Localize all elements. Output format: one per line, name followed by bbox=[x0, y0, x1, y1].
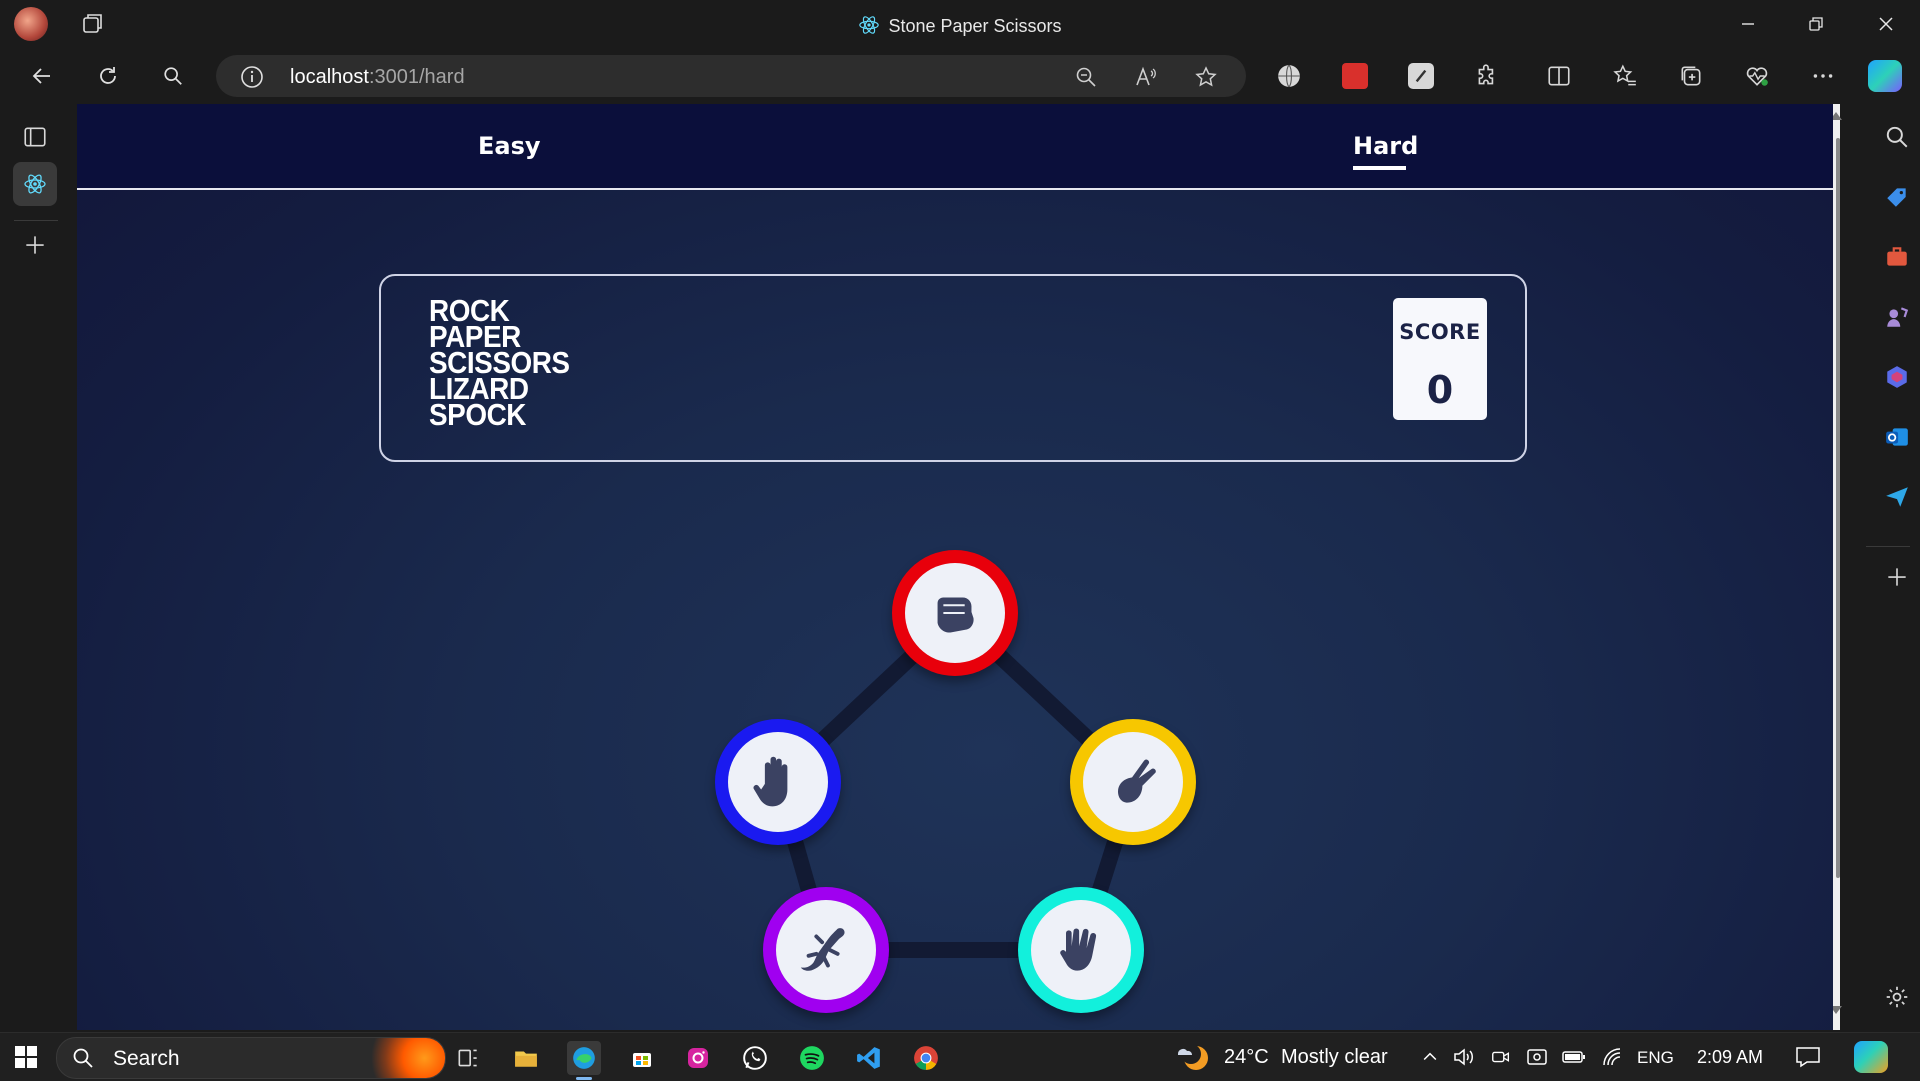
tab-react-app[interactable] bbox=[13, 162, 57, 206]
sidebar-settings-icon[interactable] bbox=[1884, 984, 1910, 1014]
taskbar-search-label: Search bbox=[113, 1047, 180, 1070]
battery-icon[interactable] bbox=[1562, 1047, 1586, 1071]
read-aloud-icon[interactable] bbox=[1134, 65, 1158, 93]
vertical-tabs-panel bbox=[0, 104, 72, 1032]
clock-time[interactable]: 2:09 AM bbox=[1697, 1047, 1763, 1068]
collections-icon[interactable] bbox=[1678, 63, 1704, 93]
window-title: Stone Paper Scissors bbox=[0, 14, 1920, 41]
favorites-icon[interactable] bbox=[1612, 63, 1638, 93]
close-button[interactable] bbox=[1858, 8, 1914, 40]
scissors-token[interactable] bbox=[1070, 719, 1196, 845]
paper-token[interactable] bbox=[715, 719, 841, 845]
notifications-icon[interactable] bbox=[1795, 1045, 1821, 1073]
tab-actions-icon[interactable] bbox=[22, 124, 48, 154]
extensions-puzzle-icon[interactable] bbox=[1474, 63, 1500, 93]
task-view-icon[interactable] bbox=[451, 1041, 485, 1075]
sidebar-add-icon[interactable] bbox=[1884, 564, 1910, 594]
extension-red-icon[interactable] bbox=[1342, 63, 1368, 89]
whatsapp-icon[interactable] bbox=[738, 1041, 772, 1075]
screen-capture-icon[interactable] bbox=[1525, 1045, 1549, 1073]
microsoft-store-icon[interactable] bbox=[625, 1041, 659, 1075]
windows-taskbar: Search 24°C Mostly clear ENG 2:09 AM bbox=[0, 1032, 1920, 1081]
fist-icon bbox=[937, 597, 974, 633]
start-windows-icon[interactable] bbox=[14, 1045, 38, 1073]
volume-icon[interactable] bbox=[1452, 1045, 1476, 1073]
rock-token[interactable] bbox=[892, 550, 1018, 676]
edge-sidebar bbox=[1840, 104, 1920, 1032]
language-indicator[interactable]: ENG bbox=[1637, 1048, 1674, 1068]
weather-icon[interactable] bbox=[1174, 1040, 1210, 1078]
weather-condition[interactable]: Mostly clear bbox=[1281, 1046, 1388, 1069]
file-explorer-icon[interactable] bbox=[509, 1041, 543, 1075]
scissors-hand-icon bbox=[1118, 759, 1156, 803]
tabs-divider bbox=[14, 220, 58, 221]
zoom-out-icon[interactable] bbox=[1074, 65, 1098, 93]
vpn-globe-icon[interactable] bbox=[1276, 63, 1302, 89]
taskbar-search-icon bbox=[73, 1048, 93, 1068]
instagram-icon[interactable] bbox=[681, 1041, 715, 1075]
minimize-button[interactable] bbox=[1720, 8, 1776, 40]
tools-briefcase-icon[interactable] bbox=[1884, 244, 1910, 274]
favorite-star-icon[interactable] bbox=[1194, 65, 1218, 93]
games-icon[interactable] bbox=[1884, 304, 1910, 334]
split-screen-icon[interactable] bbox=[1546, 63, 1572, 93]
copilot-taskbar-icon[interactable] bbox=[1854, 1041, 1888, 1073]
browser-title-bar: Stone Paper Scissors bbox=[0, 0, 1920, 48]
open-hand-icon bbox=[753, 756, 788, 807]
address-bar[interactable]: localhost:3001/hard bbox=[216, 55, 1246, 97]
extension-notes-icon[interactable] bbox=[1408, 63, 1434, 89]
taskbar-search-box[interactable]: Search bbox=[56, 1037, 446, 1079]
lizard-token[interactable] bbox=[763, 887, 889, 1013]
restore-button[interactable] bbox=[1788, 8, 1844, 40]
game-page: Easy Hard ROCK PAPER SCISSORS LIZARD SPO… bbox=[77, 104, 1833, 1030]
react-icon bbox=[24, 174, 46, 194]
url-text[interactable]: localhost:3001/hard bbox=[290, 66, 465, 89]
shopping-tag-icon[interactable] bbox=[1884, 184, 1910, 214]
microsoft-365-icon[interactable] bbox=[1884, 364, 1910, 394]
refresh-button[interactable] bbox=[88, 56, 128, 96]
url-host: localhost bbox=[290, 66, 369, 88]
send-icon[interactable] bbox=[1884, 484, 1910, 514]
search-highlight-image bbox=[357, 1038, 445, 1078]
back-button[interactable] bbox=[22, 56, 62, 96]
spotify-icon[interactable] bbox=[795, 1041, 829, 1075]
lizard-icon bbox=[800, 928, 845, 971]
url-path: :3001/hard bbox=[368, 66, 465, 88]
react-tab-icon bbox=[858, 14, 880, 41]
window-title-text: Stone Paper Scissors bbox=[888, 16, 1062, 36]
wifi-icon[interactable] bbox=[1600, 1045, 1624, 1073]
outlook-icon[interactable] bbox=[1884, 424, 1910, 454]
vscode-icon[interactable] bbox=[852, 1041, 886, 1075]
new-tab-icon[interactable] bbox=[22, 232, 48, 262]
copilot-icon[interactable] bbox=[1868, 60, 1902, 92]
spock-token[interactable] bbox=[1018, 887, 1144, 1013]
sidebar-divider bbox=[1866, 546, 1910, 547]
more-options-icon[interactable] bbox=[1810, 63, 1836, 93]
scrollbar-thumb[interactable] bbox=[1836, 138, 1840, 878]
browser-essentials-icon[interactable] bbox=[1744, 63, 1770, 93]
sidebar-search-icon[interactable] bbox=[1884, 124, 1910, 154]
show-hidden-icons-chevron[interactable] bbox=[1420, 1047, 1440, 1071]
search-icon[interactable] bbox=[153, 56, 193, 96]
weather-temperature[interactable]: 24°C bbox=[1224, 1046, 1269, 1069]
site-info-icon[interactable] bbox=[240, 65, 264, 89]
edge-taskbar-icon[interactable] bbox=[567, 1041, 601, 1075]
meet-now-icon[interactable] bbox=[1490, 1045, 1512, 1073]
chrome-icon[interactable] bbox=[909, 1041, 943, 1075]
spock-hand-icon bbox=[1060, 928, 1097, 971]
